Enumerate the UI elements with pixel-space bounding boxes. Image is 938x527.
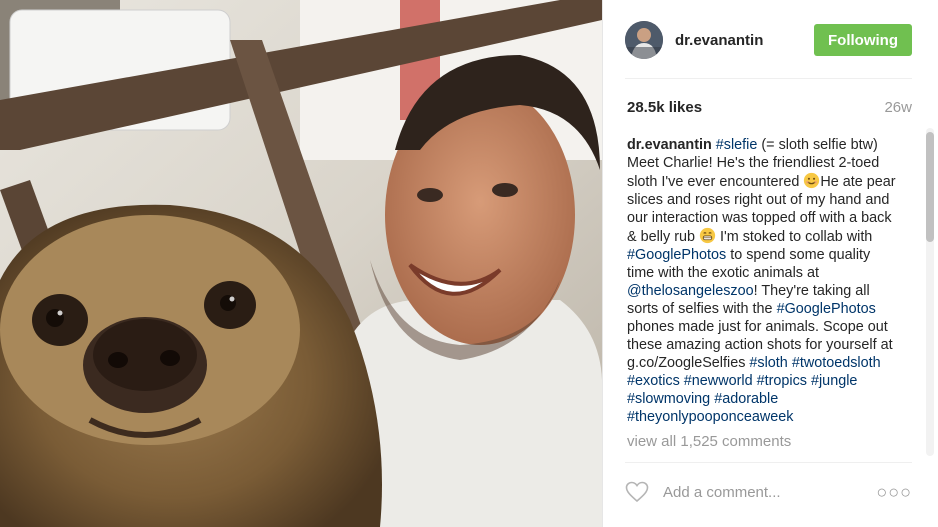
caption-author-link[interactable]: dr.evanantin xyxy=(627,137,712,153)
hashtag-link[interactable]: #newworld xyxy=(684,373,753,389)
comment-row: ○○○ xyxy=(625,474,912,510)
hashtag-link[interactable]: #adorable xyxy=(714,391,778,407)
hashtag-link[interactable]: #jungle xyxy=(811,373,857,389)
more-options-button[interactable]: ○○○ xyxy=(876,482,912,503)
grinning-face-emoji-icon xyxy=(699,227,716,244)
caption-text: I'm stoked to collab with xyxy=(716,229,873,245)
username-link[interactable]: dr.evanantin xyxy=(675,32,814,49)
hashtag-link[interactable]: #twotoedsloth xyxy=(792,355,881,371)
heart-outline-icon[interactable] xyxy=(625,481,649,503)
hashtag-link[interactable]: #slefie xyxy=(716,137,758,153)
sloth-selfie-image xyxy=(0,0,602,527)
post-details-panel: dr.evanantin Following 28.5k likes 26w d… xyxy=(602,0,938,527)
mention-link[interactable]: @thelosangeleszoo xyxy=(627,283,754,299)
add-comment-input[interactable] xyxy=(661,482,877,502)
post-photo[interactable] xyxy=(0,0,602,527)
view-all-comments-link[interactable]: view all 1,525 comments xyxy=(627,433,791,450)
avatar[interactable] xyxy=(625,21,663,59)
post-caption: dr.evanantin #slefie (= sloth selfie btw… xyxy=(627,136,899,426)
likes-count[interactable]: 28.5k likes xyxy=(627,99,702,116)
scrollbar-thumb[interactable] xyxy=(926,132,934,242)
smiling-face-emoji-icon xyxy=(804,172,820,189)
post-age[interactable]: 26w xyxy=(884,99,912,116)
comments-scrollbar[interactable] xyxy=(926,128,934,456)
divider xyxy=(625,78,912,79)
hashtag-link[interactable]: #GooglePhotos xyxy=(777,301,876,317)
following-button[interactable]: Following xyxy=(814,24,912,56)
hashtag-link[interactable]: #slowmoving xyxy=(627,391,710,407)
hashtag-link[interactable]: #theyonlypooponceaweek xyxy=(627,409,793,425)
hashtag-link[interactable]: #sloth xyxy=(749,355,787,371)
post-header: dr.evanantin Following xyxy=(625,18,912,62)
hashtag-link[interactable]: #GooglePhotos xyxy=(627,247,726,263)
hashtag-link[interactable]: #exotics xyxy=(627,373,680,389)
divider xyxy=(625,462,912,463)
hashtag-link[interactable]: #tropics xyxy=(757,373,807,389)
